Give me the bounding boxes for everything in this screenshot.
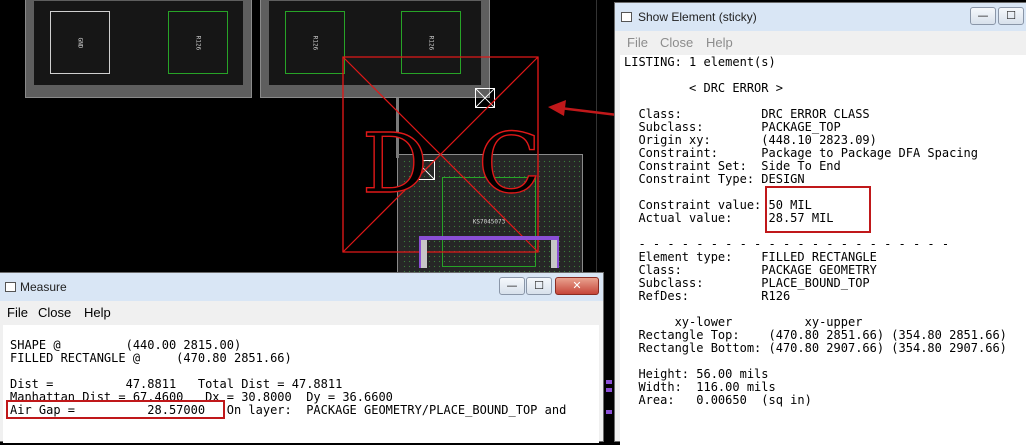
drc-marker-box-icon[interactable] <box>475 88 495 108</box>
gnd-part: GND <box>50 11 110 74</box>
measure-output[interactable]: SHAPE @ (440.00 2815.00) FILLED RECTANGLE… <box>3 325 599 443</box>
menu-close[interactable]: Close <box>660 35 693 50</box>
measure-titlebar[interactable]: Measure — ☐ ✕ <box>0 273 603 302</box>
menu-file[interactable]: File <box>627 35 648 50</box>
center-green-part: KS7045073 <box>442 177 536 267</box>
mid-green-part: R126 <box>285 11 345 74</box>
window-icon <box>5 282 16 292</box>
left-green-part: R126 <box>168 11 228 74</box>
text-line: Area: 0.00650 (sq in) <box>624 393 812 407</box>
top-left-board: GND R126 <box>25 0 252 98</box>
airgap-highlight <box>6 400 225 419</box>
maximize-button[interactable]: ☐ <box>526 277 552 295</box>
show-element-titlebar[interactable]: Show Element (sticky) — ☐ <box>615 3 1026 32</box>
window-title: Measure <box>20 280 67 294</box>
menu-help[interactable]: Help <box>706 35 733 50</box>
minimize-button[interactable]: — <box>970 7 996 25</box>
window-icon <box>621 12 632 22</box>
menu-close[interactable]: Close <box>38 305 71 320</box>
constraint-highlight <box>765 186 871 233</box>
measure-window[interactable]: Measure — ☐ ✕ File Close Help SHAPE @ (4… <box>0 272 604 443</box>
top-mid-board: R126 R126 <box>260 0 490 98</box>
menu-help[interactable]: Help <box>84 305 111 320</box>
drc-marker-box-icon[interactable] <box>415 160 435 180</box>
text-line: Constraint Type: DESIGN <box>624 172 805 186</box>
text-line: LISTING: 1 element(s) <box>624 55 776 69</box>
text-line: RefDes: R126 <box>624 289 791 303</box>
menubar: File Close Help <box>615 31 1026 55</box>
text-line: FILLED RECTANGLE @ (470.80 2851.66) <box>10 351 292 365</box>
show-element-window[interactable]: Show Element (sticky) — ☐ File Close Hel… <box>614 2 1026 445</box>
menubar: File Close Help <box>0 301 603 325</box>
listing-area[interactable]: LISTING: 1 element(s) < DRC ERROR > Clas… <box>620 55 1026 445</box>
menu-file[interactable]: File <box>7 305 28 320</box>
minimize-button[interactable]: — <box>499 277 525 295</box>
close-button[interactable]: ✕ <box>555 277 599 295</box>
right-green-part: R126 <box>401 11 461 74</box>
maximize-button[interactable]: ☐ <box>998 7 1024 25</box>
window-title: Show Element (sticky) <box>638 10 757 24</box>
text-line: Rectangle Bottom: (470.80 2907.66) (354.… <box>624 341 1007 355</box>
text-line: < DRC ERROR > <box>624 81 783 95</box>
